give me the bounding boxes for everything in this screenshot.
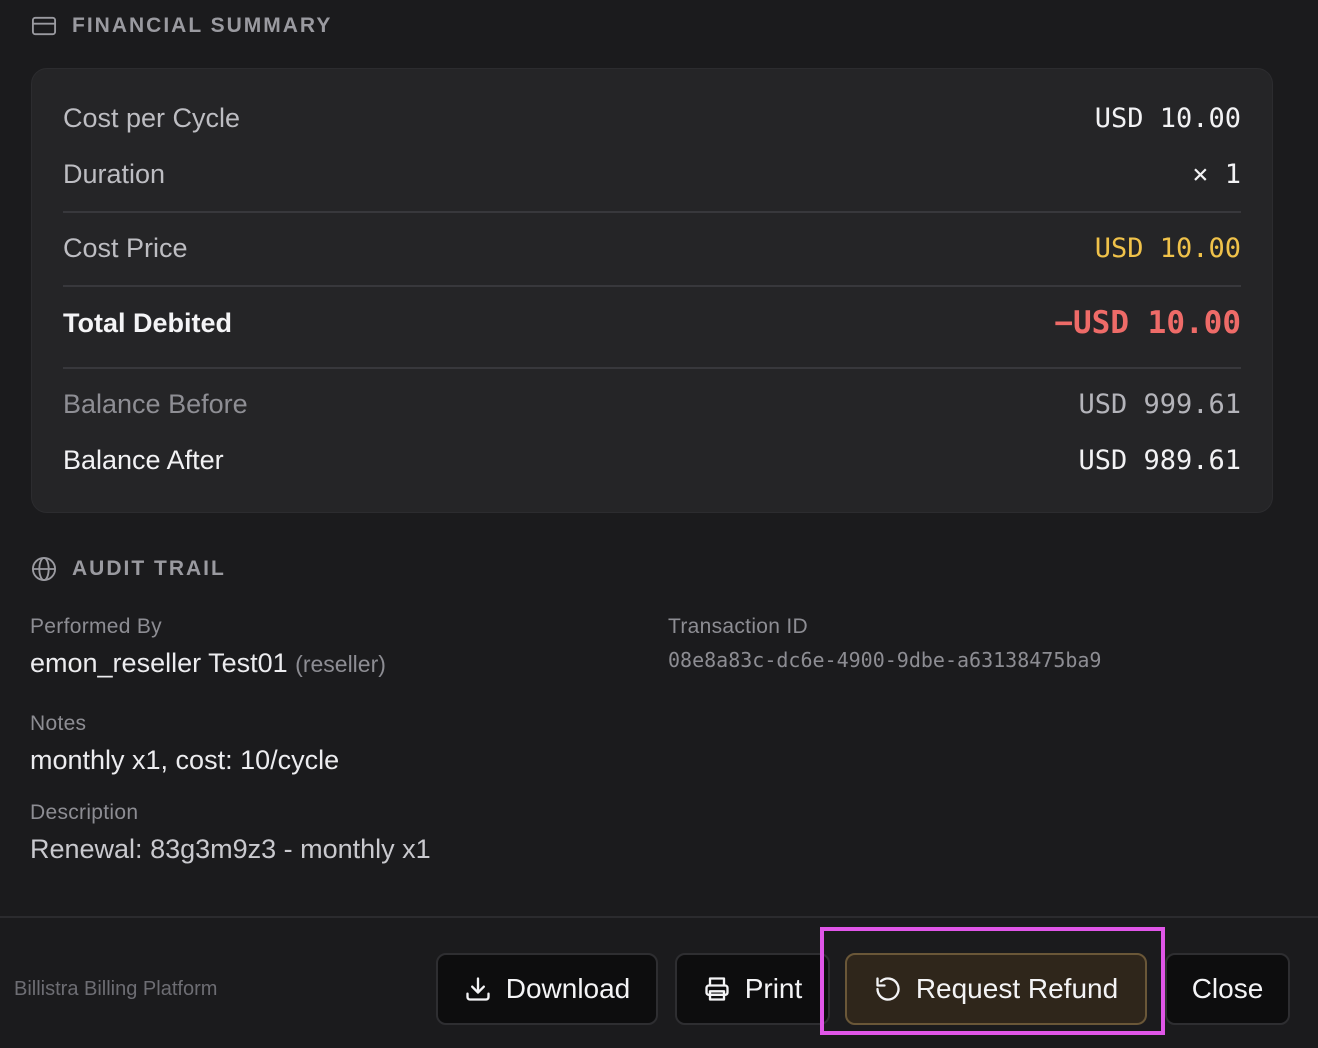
cost-price-row: Cost Price USD 10.00 xyxy=(63,233,1241,264)
performed-by-label: Performed By xyxy=(30,615,162,638)
financial-summary-title: FINANCIAL SUMMARY xyxy=(72,14,333,37)
brand-label: Billistra Billing Platform xyxy=(14,978,218,1000)
modal-body: FINANCIAL SUMMARY Cost per Cycle USD 10.… xyxy=(0,0,1318,916)
close-label: Close xyxy=(1191,973,1264,1004)
total-debited-row: Total Debited −USD 10.00 xyxy=(63,305,1241,341)
close-button[interactable]: Close xyxy=(1165,953,1290,1025)
description-label: Description xyxy=(30,801,139,824)
download-icon xyxy=(466,977,490,1001)
financial-summary-card: Cost per Cycle USD 10.00 Duration × 1 Co… xyxy=(31,68,1273,513)
description-value: Renewal: 83g3m9z3 - monthly x1 xyxy=(30,834,431,864)
audit-trail-title: AUDIT TRAIL xyxy=(72,557,226,580)
performed-by-value: emon_reseller Test01 (reseller) xyxy=(30,648,386,679)
divider xyxy=(63,211,1241,213)
audit-trail-header: AUDIT TRAIL xyxy=(30,555,226,583)
cost-per-cycle-label: Cost per Cycle xyxy=(63,103,241,133)
performed-by-role: (reseller) xyxy=(295,651,386,677)
balance-before-label: Balance Before xyxy=(63,389,248,419)
printer-icon xyxy=(705,977,729,1001)
request-refund-label: Request Refund xyxy=(915,973,1119,1004)
card-icon xyxy=(31,16,57,36)
duration-row: Duration × 1 xyxy=(63,159,1241,190)
cost-price-value: USD 10.00 xyxy=(1094,233,1241,264)
balance-after-value: USD 989.61 xyxy=(1078,445,1241,476)
duration-label: Duration xyxy=(63,159,166,189)
divider xyxy=(63,367,1241,369)
transaction-id-label: Transaction ID xyxy=(668,615,808,638)
performed-by-name: emon_reseller Test01 xyxy=(30,648,288,678)
cost-price-label: Cost Price xyxy=(63,233,188,263)
globe-icon xyxy=(31,556,57,582)
balance-before-row: Balance Before USD 999.61 xyxy=(63,389,1241,420)
financial-summary-header: FINANCIAL SUMMARY xyxy=(30,12,332,40)
print-label: Print xyxy=(744,973,803,1004)
notes-label: Notes xyxy=(30,712,87,735)
total-debited-value: −USD 10.00 xyxy=(1054,305,1241,341)
request-refund-button[interactable]: Request Refund xyxy=(845,953,1147,1025)
balance-before-value: USD 999.61 xyxy=(1078,389,1241,420)
cost-per-cycle-value: USD 10.00 xyxy=(1094,103,1241,134)
cost-per-cycle-row: Cost per Cycle USD 10.00 xyxy=(63,103,1241,134)
download-button[interactable]: Download xyxy=(436,953,658,1025)
download-label: Download xyxy=(505,973,631,1004)
balance-after-row: Balance After USD 989.61 xyxy=(63,445,1241,476)
print-button[interactable]: Print xyxy=(675,953,830,1025)
total-debited-label: Total Debited xyxy=(63,307,233,338)
modal-footer: Billistra Billing Platform Download Prin… xyxy=(0,916,1318,1048)
notes-value: monthly x1, cost: 10/cycle xyxy=(30,745,340,775)
transaction-id-value: 08e8a83c-dc6e-4900-9dbe-a63138475ba9 xyxy=(668,648,1102,672)
divider xyxy=(63,285,1241,287)
duration-value: × 1 xyxy=(1192,159,1241,190)
balance-after-label: Balance After xyxy=(63,445,224,475)
refund-icon xyxy=(876,977,900,1001)
